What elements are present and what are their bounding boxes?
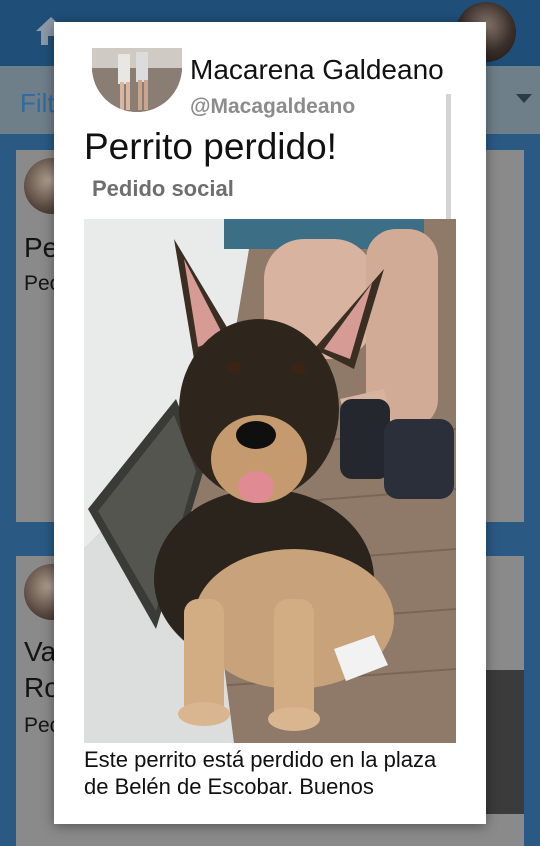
- post-detail-dialog: Macarena Galdeano @Macagaldeano Perrito …: [54, 22, 486, 824]
- post-category: Pedido social: [92, 176, 234, 201]
- post-title: Perrito perdido!: [84, 126, 337, 167]
- chevron-down-icon[interactable]: [516, 94, 532, 103]
- scrollbar[interactable]: [446, 94, 451, 224]
- card-image: [486, 670, 524, 814]
- author-handle[interactable]: @Macagaldeano: [190, 95, 355, 119]
- card-title-line-1: Va: [24, 636, 57, 667]
- post-photo: [84, 219, 456, 743]
- author-name[interactable]: Macarena Galdeano: [190, 54, 444, 86]
- filter-label[interactable]: Filt: [20, 88, 55, 119]
- post-description: Este perrito está perdido en la plaza de…: [84, 747, 437, 794]
- author-avatar[interactable]: [92, 48, 182, 112]
